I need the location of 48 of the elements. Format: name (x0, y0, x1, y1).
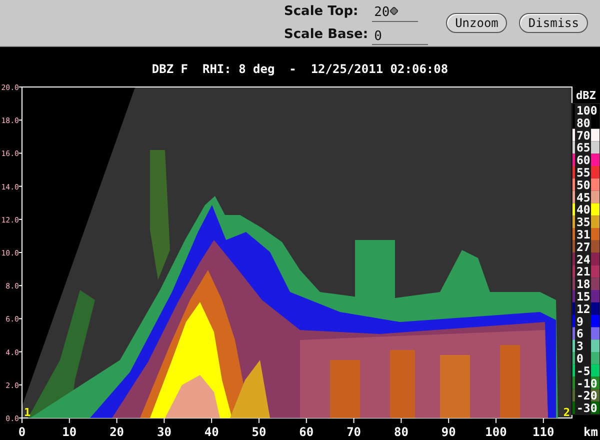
legend-label: 9 (576, 314, 584, 328)
legend-label: 12 (576, 302, 590, 316)
scale-input-field[interactable]: 0 (372, 28, 428, 45)
x-axis-label: 100 (485, 425, 507, 439)
legend-label: 15 (576, 290, 590, 304)
legend-label: -30 (576, 401, 598, 416)
legend-label: 31 (576, 228, 590, 242)
x-axis-label: 30 (156, 425, 172, 439)
plot-title: DBZ F RHI: 8 deg - 12/25/2011 02:06:08 (152, 62, 448, 76)
legend-label: 100 (576, 104, 598, 118)
legend-label: 0 (576, 352, 584, 366)
field-label: Scale Top: (284, 4, 360, 19)
legend-label: -10 (576, 376, 598, 390)
field-label: Scale Base: (284, 27, 368, 42)
legend-label: 55 (576, 166, 590, 180)
legend-label: 24 (576, 252, 590, 266)
x-axis-label: 80 (394, 425, 408, 439)
x-axis-label: 110 (532, 425, 554, 439)
legend-label: 65 (576, 140, 590, 155)
toolbar-button[interactable]: Unzoom (446, 13, 508, 33)
x-axis-label: 60 (299, 425, 314, 439)
legend-label: 18 (576, 277, 590, 292)
legend-label: 27 (576, 240, 590, 254)
x-axis-label: 70 (346, 425, 362, 439)
pointer-icon (390, 7, 398, 15)
legend-label: 60 (576, 153, 590, 168)
x-axis-label: 20 (110, 425, 124, 439)
legend-label: -20 (576, 388, 598, 403)
legend-unit: dBZ (576, 89, 596, 102)
x-axis-label: 10 (62, 425, 77, 439)
x-axis-label: 40 (204, 425, 219, 439)
legend-label: 35 (576, 215, 590, 230)
legend-label: 50 (576, 178, 590, 192)
corner-mark: 2 (563, 406, 570, 419)
x-axis-label: 50 (252, 425, 266, 439)
legend-label: 70 (576, 128, 590, 142)
toolbar-button[interactable]: Dismiss (519, 13, 588, 33)
legend-label: 40 (576, 202, 590, 217)
x-axis-label: 90 (441, 425, 456, 439)
legend-label: -5 (576, 364, 590, 378)
legend-label: 45 (576, 190, 590, 204)
legend-label: 80 (576, 116, 590, 130)
axis-unit-label: km (584, 425, 598, 439)
corner-mark: 1 (24, 406, 31, 419)
legend-label: 3 (576, 339, 584, 354)
legend-label: 6 (576, 326, 584, 341)
legend-label: 21 (576, 264, 590, 279)
x-axis-label: 0 (18, 425, 26, 439)
